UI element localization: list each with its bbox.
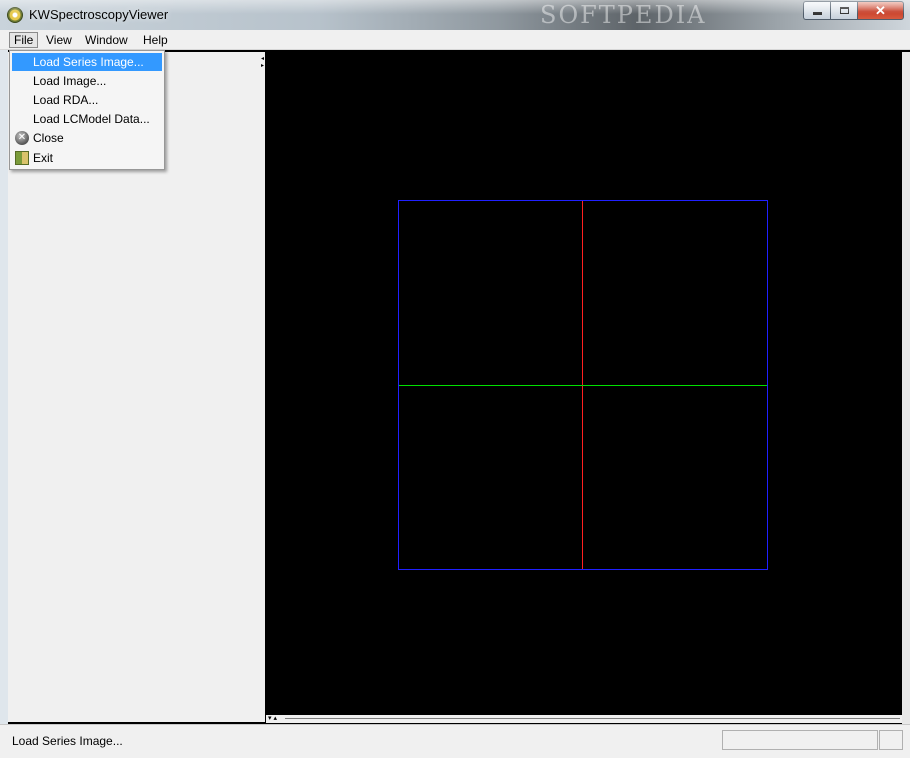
menu-window[interactable]: Window (81, 32, 132, 48)
menu-item-exit[interactable]: Exit (12, 149, 162, 167)
window-frame-right (902, 52, 910, 724)
bottom-divider (285, 718, 900, 719)
caption-buttons: ✕ (803, 1, 904, 20)
window-frame-left (0, 50, 8, 730)
image-viewport[interactable] (266, 56, 902, 715)
menu-item-label: Exit (33, 151, 54, 165)
menu-item-label: Load LCModel Data... (33, 112, 150, 126)
menu-item-load-rda[interactable]: Load RDA... (12, 91, 162, 109)
maximize-button[interactable] (830, 1, 857, 20)
menu-view[interactable]: View (42, 32, 76, 48)
horizontal-crosshair (399, 385, 767, 386)
file-menu-dropdown: Load Series Image... Load Image... Load … (9, 50, 165, 170)
menu-item-load-lcmodel-data[interactable]: Load LCModel Data... (12, 110, 162, 128)
panel-splitter[interactable] (259, 52, 265, 722)
status-text: Load Series Image... (12, 734, 123, 748)
status-pane (722, 730, 878, 750)
minimize-icon (812, 12, 822, 15)
menu-item-close[interactable]: ✕ Close (12, 129, 162, 147)
menu-item-label: Load Image... (33, 74, 107, 88)
close-icon: ✕ (875, 2, 886, 18)
title-bar: KWSpectroscopyViewer SOFTPEDIA ✕ (0, 0, 910, 30)
minimize-button[interactable] (803, 1, 830, 20)
menu-item-load-series-image[interactable]: Load Series Image... (12, 53, 162, 71)
app-icon (7, 7, 23, 23)
exit-icon (15, 151, 29, 165)
menu-bar: File View Window Help (0, 30, 910, 50)
window-title: KWSpectroscopyViewer (29, 7, 169, 22)
menu-item-load-image[interactable]: Load Image... (12, 72, 162, 90)
bottom-splitter[interactable] (266, 715, 902, 723)
status-bar: Load Series Image... (0, 724, 910, 758)
menu-file[interactable]: File (9, 32, 39, 48)
watermark: SOFTPEDIA (540, 1, 707, 29)
menu-item-label: Load RDA... (33, 93, 99, 107)
menu-item-label: Close (33, 131, 64, 145)
close-window-button[interactable]: ✕ (857, 1, 904, 20)
menu-help[interactable]: Help (139, 32, 172, 48)
menu-item-label: Load Series Image... (33, 55, 144, 69)
status-pane-small (879, 730, 903, 750)
maximize-icon (839, 7, 849, 14)
bottom-splitter-arrows-icon[interactable]: ▾ ▴ (268, 715, 277, 723)
close-icon: ✕ (15, 131, 29, 145)
